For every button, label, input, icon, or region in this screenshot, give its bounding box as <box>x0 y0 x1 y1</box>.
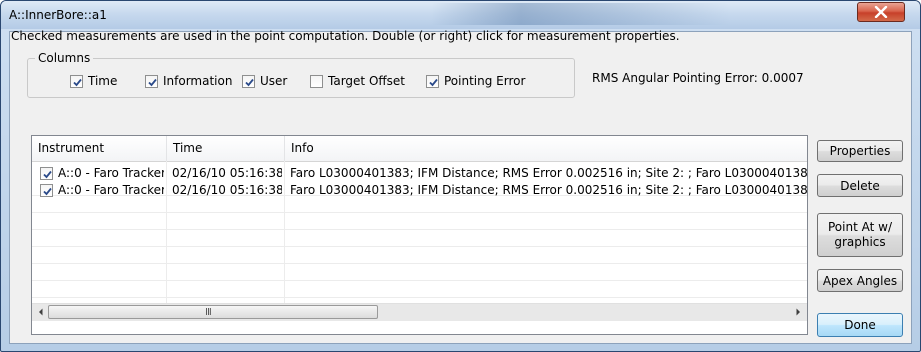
checkmark-icon <box>43 187 52 196</box>
column-header-info[interactable]: Info <box>285 136 807 161</box>
grid-line <box>32 229 807 230</box>
rms-pointing-error-text: RMS Angular Pointing Error: 0.0007 <box>592 71 804 85</box>
checkbox-label: Time <box>88 74 118 88</box>
checkmark-icon <box>73 78 82 86</box>
columns-group-legend: Columns <box>35 51 94 65</box>
checkbox-box[interactable] <box>310 74 323 88</box>
scrollbar-grip: III <box>205 307 212 318</box>
point-at-label-line1: Point At w/ <box>828 220 892 234</box>
point-at-graphics-button[interactable]: Point At w/ graphics <box>817 213 903 257</box>
measurements-list[interactable]: Instrument Time Info A::0 - Faro Tracker… <box>31 135 808 335</box>
list-header: Instrument Time Info <box>32 136 807 162</box>
point-at-label-line2: graphics <box>834 235 886 249</box>
scroll-left-arrow-icon[interactable] <box>36 307 46 317</box>
checkbox-time[interactable]: Time <box>70 74 117 88</box>
checkmark-icon <box>429 78 438 86</box>
checkbox-pointing-error[interactable]: Pointing Error <box>426 74 525 88</box>
column-header-instrument[interactable]: Instrument <box>32 136 167 161</box>
scrollbar-thumb[interactable]: III <box>48 305 378 319</box>
scroll-right-arrow-icon[interactable] <box>793 307 803 317</box>
cell-info: Faro L03000401383; IFM Distance; RMS Err… <box>290 183 807 197</box>
checkbox-box[interactable] <box>242 74 255 88</box>
cell-info: Faro L03000401383; IFM Distance; RMS Err… <box>290 166 807 180</box>
checkbox-label: Information <box>163 74 233 88</box>
grid-line <box>32 280 807 281</box>
grid-line <box>32 246 807 247</box>
checkbox-box[interactable] <box>145 74 158 88</box>
checkbox-label: Pointing Error <box>444 74 526 88</box>
grid-line <box>32 297 807 298</box>
dialog-window: A::InnerBore::a1 Checked measurements ar… <box>0 0 921 352</box>
checkbox-information[interactable]: Information <box>145 74 232 88</box>
checkmark-icon <box>43 170 52 179</box>
done-button[interactable]: Done <box>817 313 903 337</box>
checkbox-box[interactable] <box>426 74 439 88</box>
row-checkbox[interactable] <box>40 184 53 197</box>
grid-line <box>32 263 807 264</box>
delete-button[interactable]: Delete <box>817 174 903 197</box>
checkbox-label: User <box>260 74 288 88</box>
checkbox-box[interactable] <box>70 74 83 88</box>
apex-angles-button[interactable]: Apex Angles <box>817 269 903 292</box>
window-title: A::InnerBore::a1 <box>9 8 107 22</box>
checkbox-label: Target Offset <box>328 74 405 88</box>
close-icon <box>874 6 888 18</box>
instructions-text: Checked measurements are used in the poi… <box>11 29 680 43</box>
table-row[interactable]: A::0 - Faro Tracker 02/16/10 05:16:38 Fa… <box>32 182 807 199</box>
row-checkbox[interactable] <box>40 167 53 180</box>
cell-time: 02/16/10 05:16:38 <box>172 166 282 180</box>
cell-instrument: A::0 - Faro Tracker <box>58 166 164 180</box>
title-bar-background-blur <box>431 3 731 25</box>
cell-time: 02/16/10 05:16:38 <box>172 183 282 197</box>
checkbox-user[interactable]: User <box>242 74 287 88</box>
checkbox-target-offset[interactable]: Target Offset <box>310 74 405 88</box>
checkmark-icon <box>245 78 254 86</box>
properties-button[interactable]: Properties <box>817 140 903 162</box>
horizontal-scrollbar[interactable]: III <box>32 303 807 321</box>
cell-instrument: A::0 - Faro Tracker <box>58 183 164 197</box>
column-header-time[interactable]: Time <box>167 136 285 161</box>
table-row[interactable]: A::0 - Faro Tracker 02/16/10 05:16:38 Fa… <box>32 165 807 182</box>
grid-line <box>32 212 807 213</box>
checkmark-icon <box>148 78 157 86</box>
title-bar[interactable]: A::InnerBore::a1 <box>1 1 920 29</box>
close-button[interactable] <box>857 2 905 22</box>
